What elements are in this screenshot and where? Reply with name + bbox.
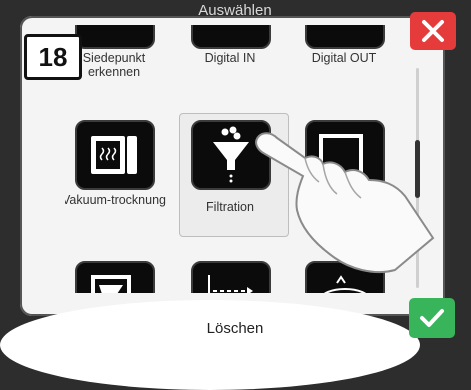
vacuum-drying-icon — [91, 136, 137, 174]
tile-digital-in[interactable] — [191, 25, 271, 49]
tile-vacuum-drying[interactable] — [75, 120, 155, 190]
tile-boiling-point[interactable] — [75, 25, 155, 49]
background-footer-label: Löschen — [206, 320, 264, 337]
tile-level[interactable] — [75, 261, 155, 293]
pointing-hand-icon — [255, 132, 435, 274]
check-icon — [420, 309, 444, 327]
step-number-badge: 18 — [24, 34, 82, 80]
tile-label-digital-out: Digital OUT — [311, 51, 377, 65]
tile-label-vacuum-drying: Vakuum-trocknung — [65, 193, 166, 207]
tile-label-digital-in: Digital IN — [204, 51, 256, 65]
close-button[interactable] — [410, 12, 456, 50]
confirm-button[interactable] — [409, 298, 455, 338]
foreground-overlay — [0, 300, 420, 390]
svg-text:n: n — [338, 289, 349, 293]
tile-digital-out[interactable] — [305, 25, 385, 49]
level-icon — [91, 275, 131, 293]
close-icon — [422, 20, 444, 42]
